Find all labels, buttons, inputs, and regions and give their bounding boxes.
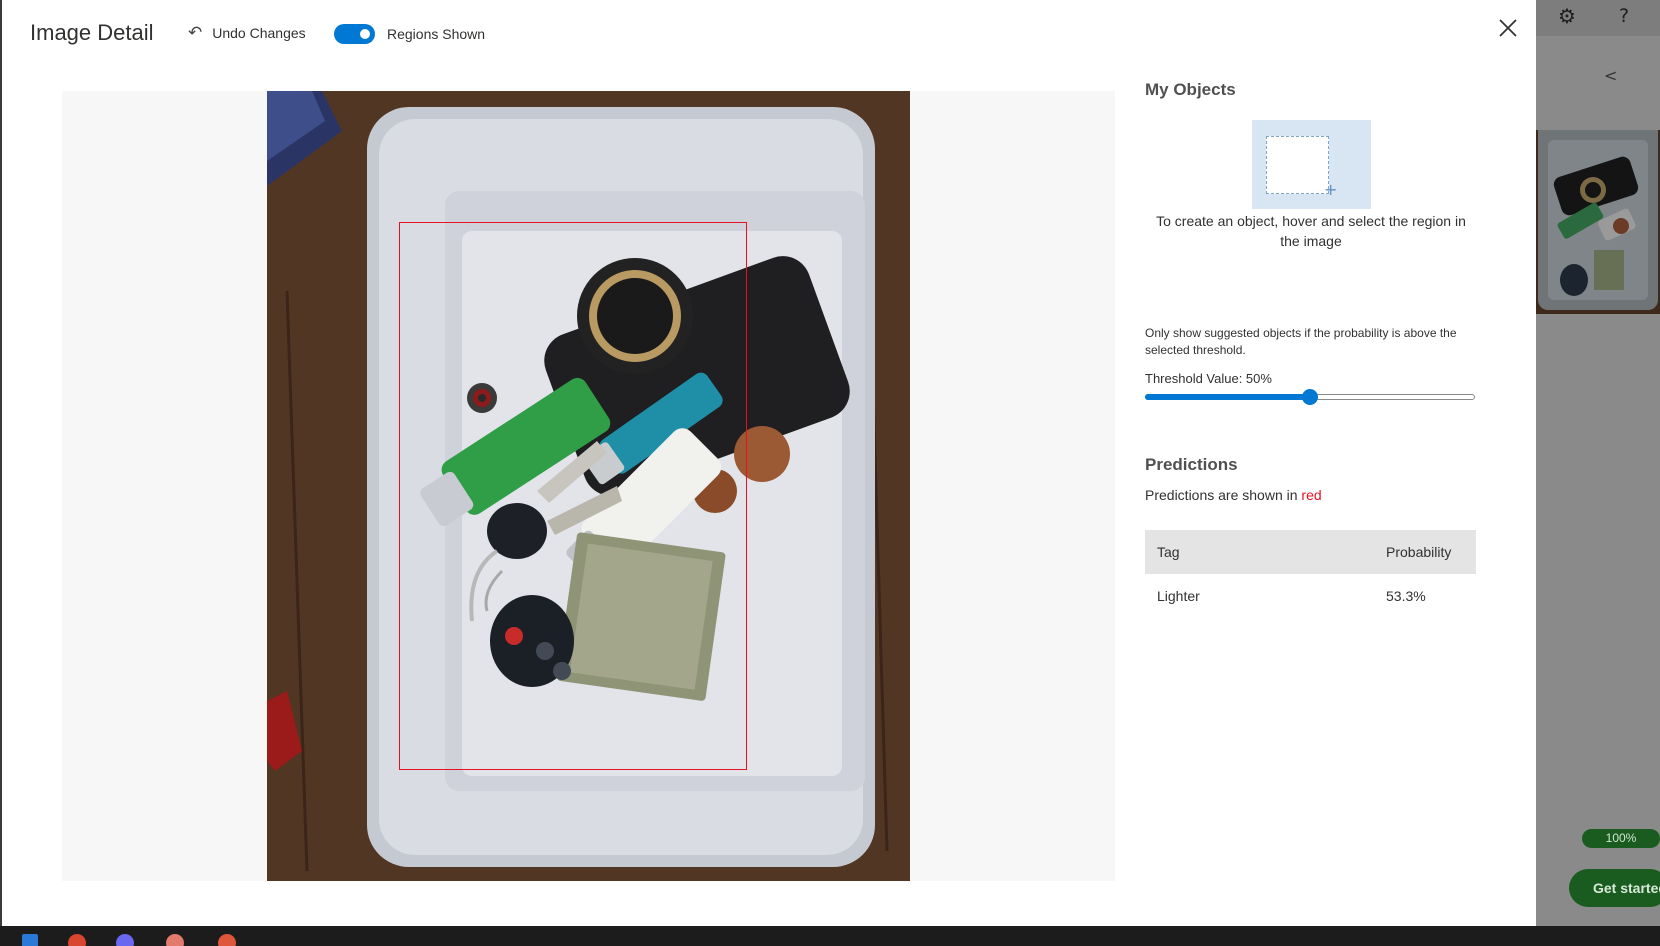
prediction-probability-cell: 53.3% [1386, 588, 1426, 604]
help-question-icon[interactable]: ? [1619, 6, 1629, 26]
dashed-region-icon [1266, 136, 1329, 194]
slider-thumb[interactable] [1302, 389, 1318, 405]
chrome-icon[interactable] [68, 934, 86, 946]
prediction-tag-cell: Lighter [1157, 588, 1200, 604]
modal-title: Image Detail [30, 20, 154, 45]
regions-shown-toggle[interactable] [334, 24, 375, 44]
predictions-table: Tag Probability Lighter 53.3% [1145, 530, 1476, 618]
slider-fill [1145, 394, 1310, 400]
paint-app-icon[interactable] [166, 934, 184, 946]
create-object-help-text: To create an object, hover and select th… [1156, 213, 1466, 249]
predictions-note: Predictions are shown in red [1145, 487, 1322, 503]
close-button[interactable] [1496, 16, 1520, 40]
settings-gear-icon[interactable]: ⚙ [1558, 6, 1576, 26]
predictions-heading: Predictions [1145, 455, 1238, 474]
predictions-note-text: Predictions are shown in [1145, 487, 1302, 503]
start-flag-icon[interactable] [22, 934, 38, 946]
collapse-chevron-icon[interactable]: < [1604, 66, 1617, 85]
os-taskbar [0, 926, 1660, 946]
predictions-note-color-word: red [1301, 487, 1322, 503]
column-header-probability[interactable]: Probability [1386, 544, 1476, 560]
predictions-table-header: Tag Probability [1145, 530, 1476, 574]
threshold-slider[interactable] [1145, 389, 1475, 405]
table-row[interactable]: Lighter 53.3% [1145, 574, 1476, 618]
background-image-thumbnail[interactable] [1536, 130, 1660, 314]
undo-changes-button[interactable]: ↶ Undo Changes [188, 24, 306, 42]
threshold-note: Only show suggested objects if the proba… [1145, 326, 1457, 357]
undo-icon: ↶ [188, 23, 203, 43]
prediction-region-lighter[interactable] [399, 222, 747, 770]
threshold-value-label: Threshold Value: 50% [1145, 371, 1272, 386]
my-objects-heading: My Objects [1145, 80, 1236, 99]
chat-app-icon[interactable] [116, 934, 134, 946]
active-app-icon[interactable] [218, 934, 236, 946]
plus-icon: + [1324, 180, 1338, 199]
close-icon [1499, 19, 1517, 37]
toggle-knob [360, 29, 370, 39]
regions-shown-label: Regions Shown [387, 26, 486, 42]
create-object-illustration: + [1252, 120, 1371, 209]
undo-changes-label: Undo Changes [212, 25, 306, 41]
regions-shown-toggle-group: Regions Shown [334, 24, 485, 44]
column-header-tag[interactable]: Tag [1145, 544, 1386, 560]
background-topbar [1536, 0, 1660, 36]
training-progress-badge: 100% [1582, 829, 1660, 848]
get-started-button[interactable]: Get started [1569, 869, 1660, 907]
